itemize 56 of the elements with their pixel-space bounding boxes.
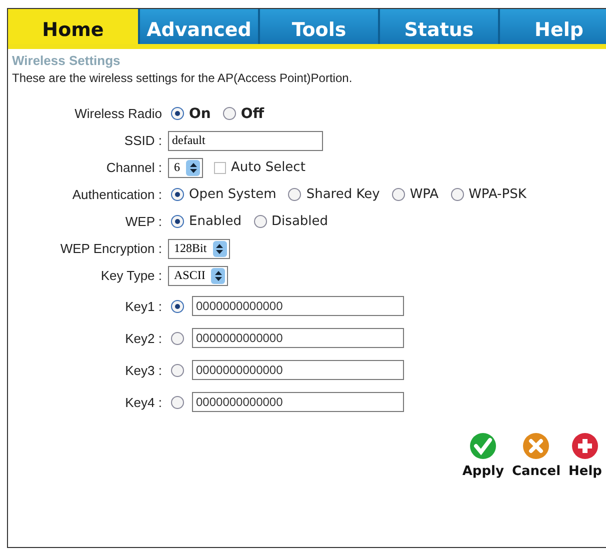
nav-tab[interactable]: Help bbox=[498, 9, 606, 44]
close-icon bbox=[522, 432, 550, 460]
field-label: WEP : bbox=[124, 214, 163, 229]
nav-tab[interactable]: Status bbox=[378, 9, 498, 44]
plus-icon bbox=[571, 432, 600, 460]
input-field[interactable]: 0000000000000 bbox=[192, 360, 404, 380]
dropdown[interactable]: 128Bit bbox=[168, 238, 230, 258]
field-label: Wireless Radio bbox=[74, 106, 163, 121]
field-label: WEP Encryption : bbox=[59, 241, 163, 256]
nav-tab[interactable]: Home bbox=[8, 9, 138, 44]
description-text: These are the wireless settings for the AP(Access Point)Portion. bbox=[12, 71, 354, 85]
field-label: Authentication : bbox=[71, 187, 163, 202]
input-field[interactable]: 0000000000000 bbox=[192, 328, 404, 348]
radio-button[interactable] bbox=[254, 215, 267, 228]
radio-button[interactable] bbox=[392, 188, 405, 201]
radio-button[interactable] bbox=[171, 364, 184, 376]
checkbox-label: Auto Select bbox=[231, 160, 306, 175]
section-heading: Wireless Settings bbox=[12, 53, 122, 68]
input-field[interactable]: default bbox=[168, 130, 323, 150]
radio-button[interactable] bbox=[450, 188, 464, 201]
radio-button[interactable] bbox=[171, 215, 184, 228]
option-label: Shared Key bbox=[306, 187, 380, 202]
field-label: Key Type : bbox=[100, 268, 163, 283]
nav-tab[interactable]: Tools bbox=[258, 9, 378, 44]
option-label: WPA-PSK bbox=[468, 187, 526, 202]
option-label: Disabled bbox=[272, 214, 328, 229]
radio-button[interactable] bbox=[171, 332, 184, 344]
radio-button[interactable] bbox=[171, 396, 184, 408]
field-label: Channel : bbox=[105, 160, 163, 175]
spinner-icon bbox=[186, 160, 200, 176]
radio-button[interactable] bbox=[171, 107, 184, 120]
action-button[interactable]: Help bbox=[568, 432, 602, 479]
radio-button[interactable] bbox=[288, 188, 302, 201]
input-field[interactable]: 0000000000000 bbox=[192, 392, 404, 412]
action-button[interactable]: Cancel bbox=[512, 432, 561, 479]
radio-button[interactable] bbox=[171, 188, 184, 201]
check-icon bbox=[469, 432, 498, 460]
field-label: Key3 : bbox=[124, 362, 163, 378]
spinner-icon bbox=[211, 268, 226, 284]
field-label: Key4 : bbox=[124, 394, 163, 410]
input-field[interactable]: 0000000000000 bbox=[192, 296, 404, 316]
option-label: On bbox=[189, 106, 211, 122]
radio-button[interactable] bbox=[171, 300, 184, 312]
dropdown[interactable]: 6 bbox=[168, 158, 203, 178]
option-label: Off bbox=[240, 106, 264, 122]
dropdown[interactable]: ASCII bbox=[168, 266, 228, 286]
nav-tab[interactable]: Advanced bbox=[138, 9, 258, 44]
field-label: Key1 : bbox=[124, 298, 163, 314]
option-label: WPA bbox=[410, 187, 439, 202]
option-label: Open System bbox=[189, 187, 276, 202]
action-button[interactable]: Apply bbox=[462, 432, 504, 479]
radio-button[interactable] bbox=[222, 107, 236, 120]
field-label: Key2 : bbox=[124, 330, 163, 346]
spinner-icon bbox=[212, 240, 227, 256]
option-label: Enabled bbox=[189, 214, 242, 229]
field-label: SSID : bbox=[123, 133, 163, 148]
